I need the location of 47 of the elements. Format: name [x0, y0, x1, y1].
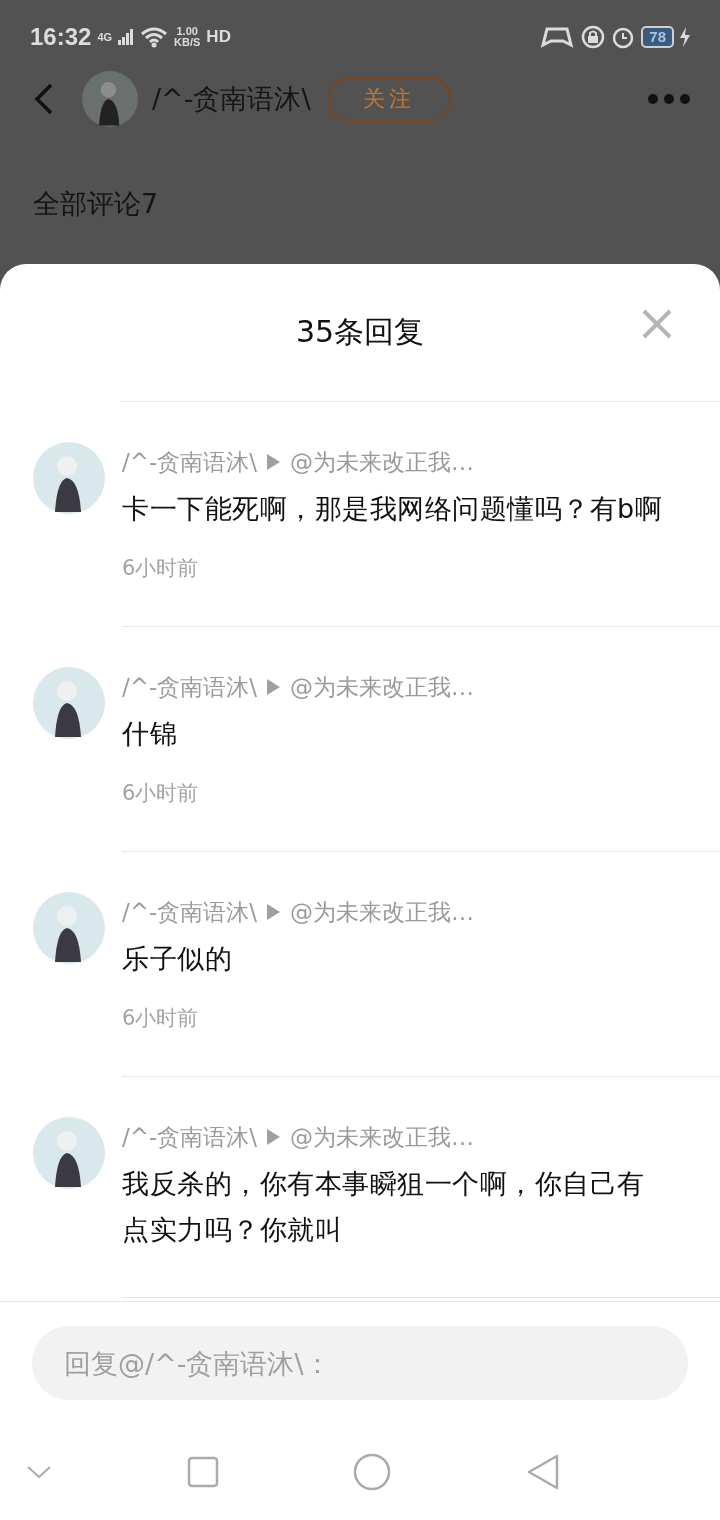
home-icon[interactable]: [353, 1453, 391, 1491]
reply-time: 6小时前: [122, 780, 200, 807]
reply-target[interactable]: @为未来改正我…: [290, 1121, 475, 1153]
reply-text: 卡一下能死啊，那是我网络问题懂吗？有b啊: [122, 492, 664, 526]
charging-icon: [680, 27, 690, 47]
reply-text: 什锦: [122, 717, 178, 751]
reply-arrow-icon: [267, 454, 281, 470]
speed-unit: KB/S: [174, 37, 201, 48]
signal-icon: [118, 29, 135, 45]
network-type: 4G: [97, 31, 113, 43]
back-nav-icon[interactable]: [525, 1453, 560, 1491]
reply-text: 乐子似的: [122, 942, 233, 976]
reply-target[interactable]: @为未来改正我…: [290, 446, 475, 478]
username: /^-贪南语沐\: [152, 82, 311, 116]
reply-time: 6小时前: [122, 1005, 200, 1032]
reply-arrow-icon: [267, 904, 281, 920]
reply-time: 6小时前: [122, 555, 200, 582]
avatar: [82, 71, 138, 127]
reply-target[interactable]: @为未来改正我…: [290, 671, 475, 703]
avatar: [33, 892, 105, 964]
network-speed: 1.00: [176, 26, 198, 37]
battery-level: 78: [641, 26, 674, 48]
reply-arrow-icon: [267, 1129, 281, 1145]
avatar: [33, 442, 105, 514]
reply-arrow-icon: [267, 679, 281, 695]
recents-icon[interactable]: [186, 1456, 219, 1488]
follow-button[interactable]: 关注: [326, 77, 451, 121]
reply-text: 我反杀的，你有本事瞬狙一个啊，你自己有点实力吗？你就叫: [122, 1167, 646, 1247]
clock-time: 16:32: [30, 23, 92, 51]
reply-author[interactable]: /^-贪南语沐\: [122, 671, 258, 703]
hd-label: HD: [206, 27, 231, 47]
reply-author[interactable]: /^-贪南语沐\: [122, 896, 258, 928]
close-icon[interactable]: [642, 309, 672, 339]
chevron-down-icon[interactable]: [26, 1464, 52, 1480]
sheet-title: 35条回复: [295, 313, 425, 351]
reply-author[interactable]: /^-贪南语沐\: [122, 446, 258, 478]
alarm-icon: [611, 25, 636, 49]
back-icon[interactable]: [34, 83, 54, 115]
wifi-icon: [140, 26, 169, 48]
reply-target[interactable]: @为未来改正我…: [290, 896, 475, 928]
avatar: [33, 667, 105, 739]
section-title: 全部评论7: [33, 188, 159, 219]
reply-input[interactable]: 回复@/^-贪南语沐\：: [32, 1326, 688, 1400]
reply-author[interactable]: /^-贪南语沐\: [122, 1121, 258, 1153]
lock-icon: [581, 25, 606, 49]
avatar: [33, 1117, 105, 1189]
more-icon[interactable]: [648, 94, 690, 104]
